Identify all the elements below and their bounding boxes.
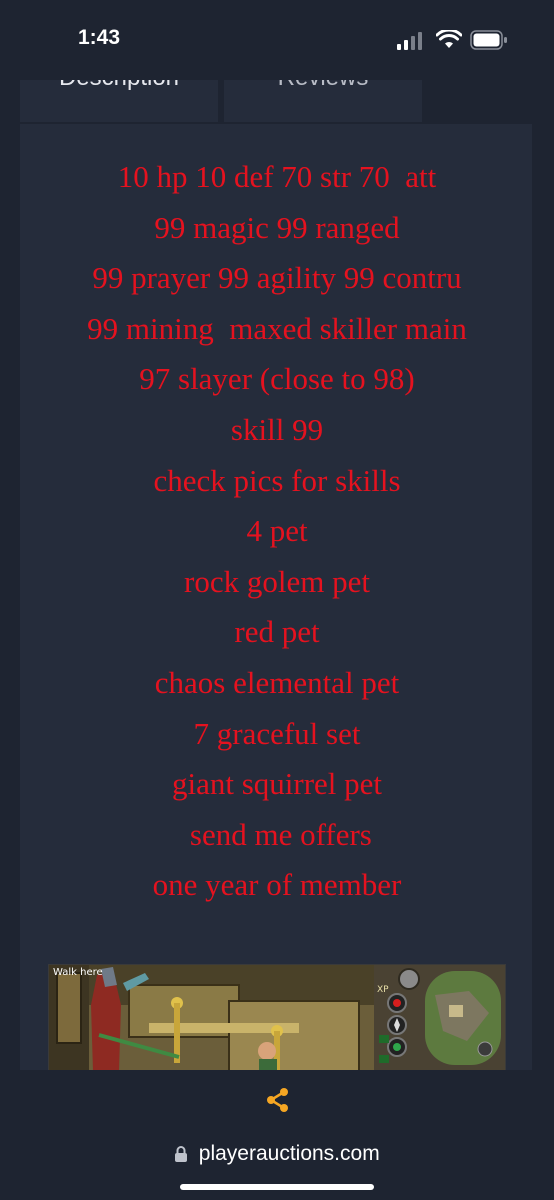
description-text: 10 hp 10 def 70 str 70 att 99 magic 99 r… <box>0 158 554 917</box>
description-line: 99 magic 99 ranged <box>154 209 400 245</box>
share-icon[interactable] <box>265 1087 291 1113</box>
description-line: rock golem pet <box>184 563 370 599</box>
description-line: chaos elemental pet <box>154 664 400 700</box>
status-bar: 1:43 <box>0 0 554 80</box>
description-line: giant squirrel pet <box>171 766 383 802</box>
cellular-signal-icon <box>397 32 422 50</box>
description-line: red pet <box>234 614 320 650</box>
description-line: 7 graceful set <box>193 715 361 751</box>
screenshot-xp-label: XP <box>377 985 389 995</box>
description-line: 4 pet <box>246 513 308 549</box>
description-line: check pics for skills <box>153 462 401 498</box>
home-indicator[interactable] <box>180 1184 374 1190</box>
description-line: 97 slayer (close to 98) <box>139 361 415 397</box>
description-line: 99 prayer 99 agility 99 contru <box>92 260 462 296</box>
browser-toolbar: playerauctions.com <box>0 1070 554 1200</box>
screenshot-hover-label: Walk here <box>53 967 103 978</box>
wifi-icon <box>436 30 462 48</box>
description-line: skill 99 <box>230 411 324 447</box>
description-line: send me offers <box>182 816 372 852</box>
battery-icon <box>470 30 507 50</box>
lock-icon <box>175 1146 188 1162</box>
url-text: playerauctions.com <box>198 1142 380 1165</box>
description-line: 10 hp 10 def 70 str 70 att <box>117 159 437 194</box>
status-time: 1:43 <box>78 26 121 49</box>
game-screenshot-image[interactable]: Walk here XP <box>48 964 506 1072</box>
game-scene-illustration <box>49 965 505 1071</box>
address-bar[interactable]: playerauctions.com <box>0 1142 554 1176</box>
description-line: 99 mining maxed skiller main <box>87 310 467 346</box>
description-line: one year of member <box>152 867 402 903</box>
